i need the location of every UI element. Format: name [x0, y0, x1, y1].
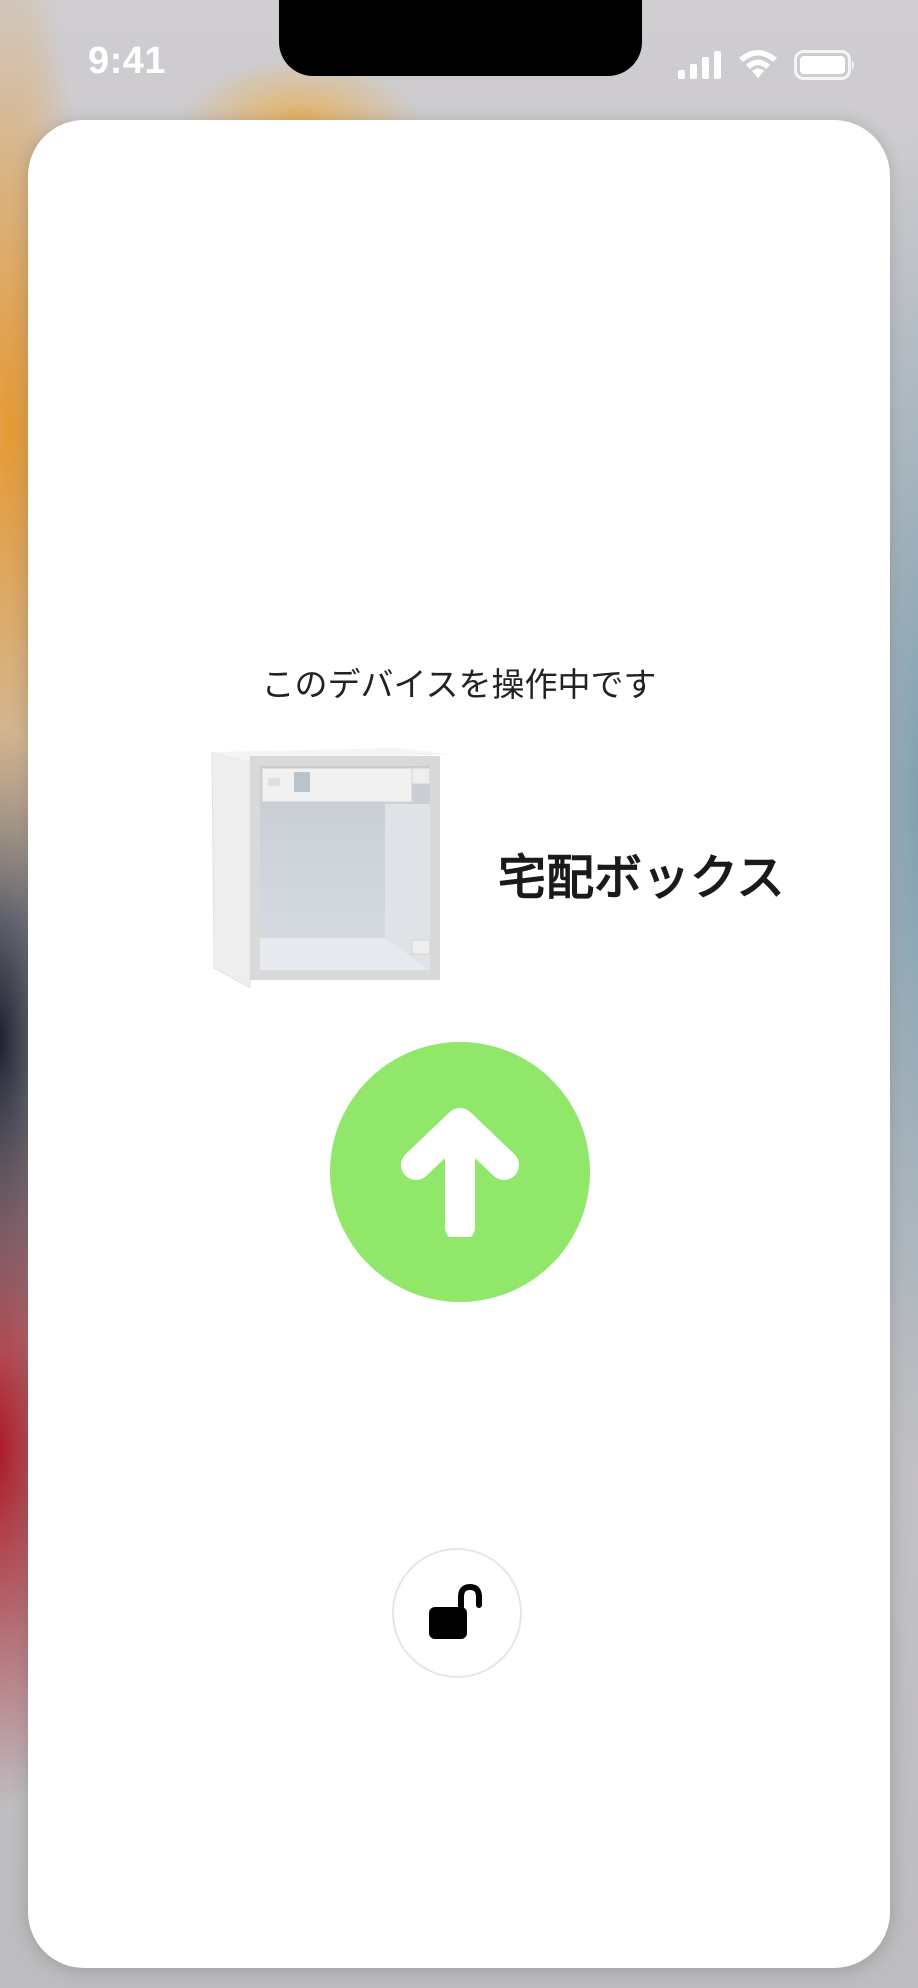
device-control-card: このデバイスを操作中です 宅配ボックス	[28, 120, 890, 1968]
unlock-icon	[429, 1583, 482, 1639]
status-bar: 9:41	[0, 0, 918, 120]
status-icons	[678, 48, 856, 82]
arrow-up-icon	[401, 1108, 519, 1237]
delivery-box-illustration	[211, 748, 450, 988]
battery-icon	[794, 50, 854, 80]
cellular-signal-icon	[678, 51, 721, 79]
operating-label: このデバイスを操作中です	[261, 665, 657, 704]
unlock-button[interactable]	[392, 1548, 522, 1678]
status-time: 9:41	[88, 40, 167, 82]
notch	[279, 0, 642, 76]
open-up-button[interactable]	[330, 1042, 590, 1302]
wifi-icon	[739, 50, 777, 78]
device-name: 宅配ボックス	[498, 850, 785, 906]
